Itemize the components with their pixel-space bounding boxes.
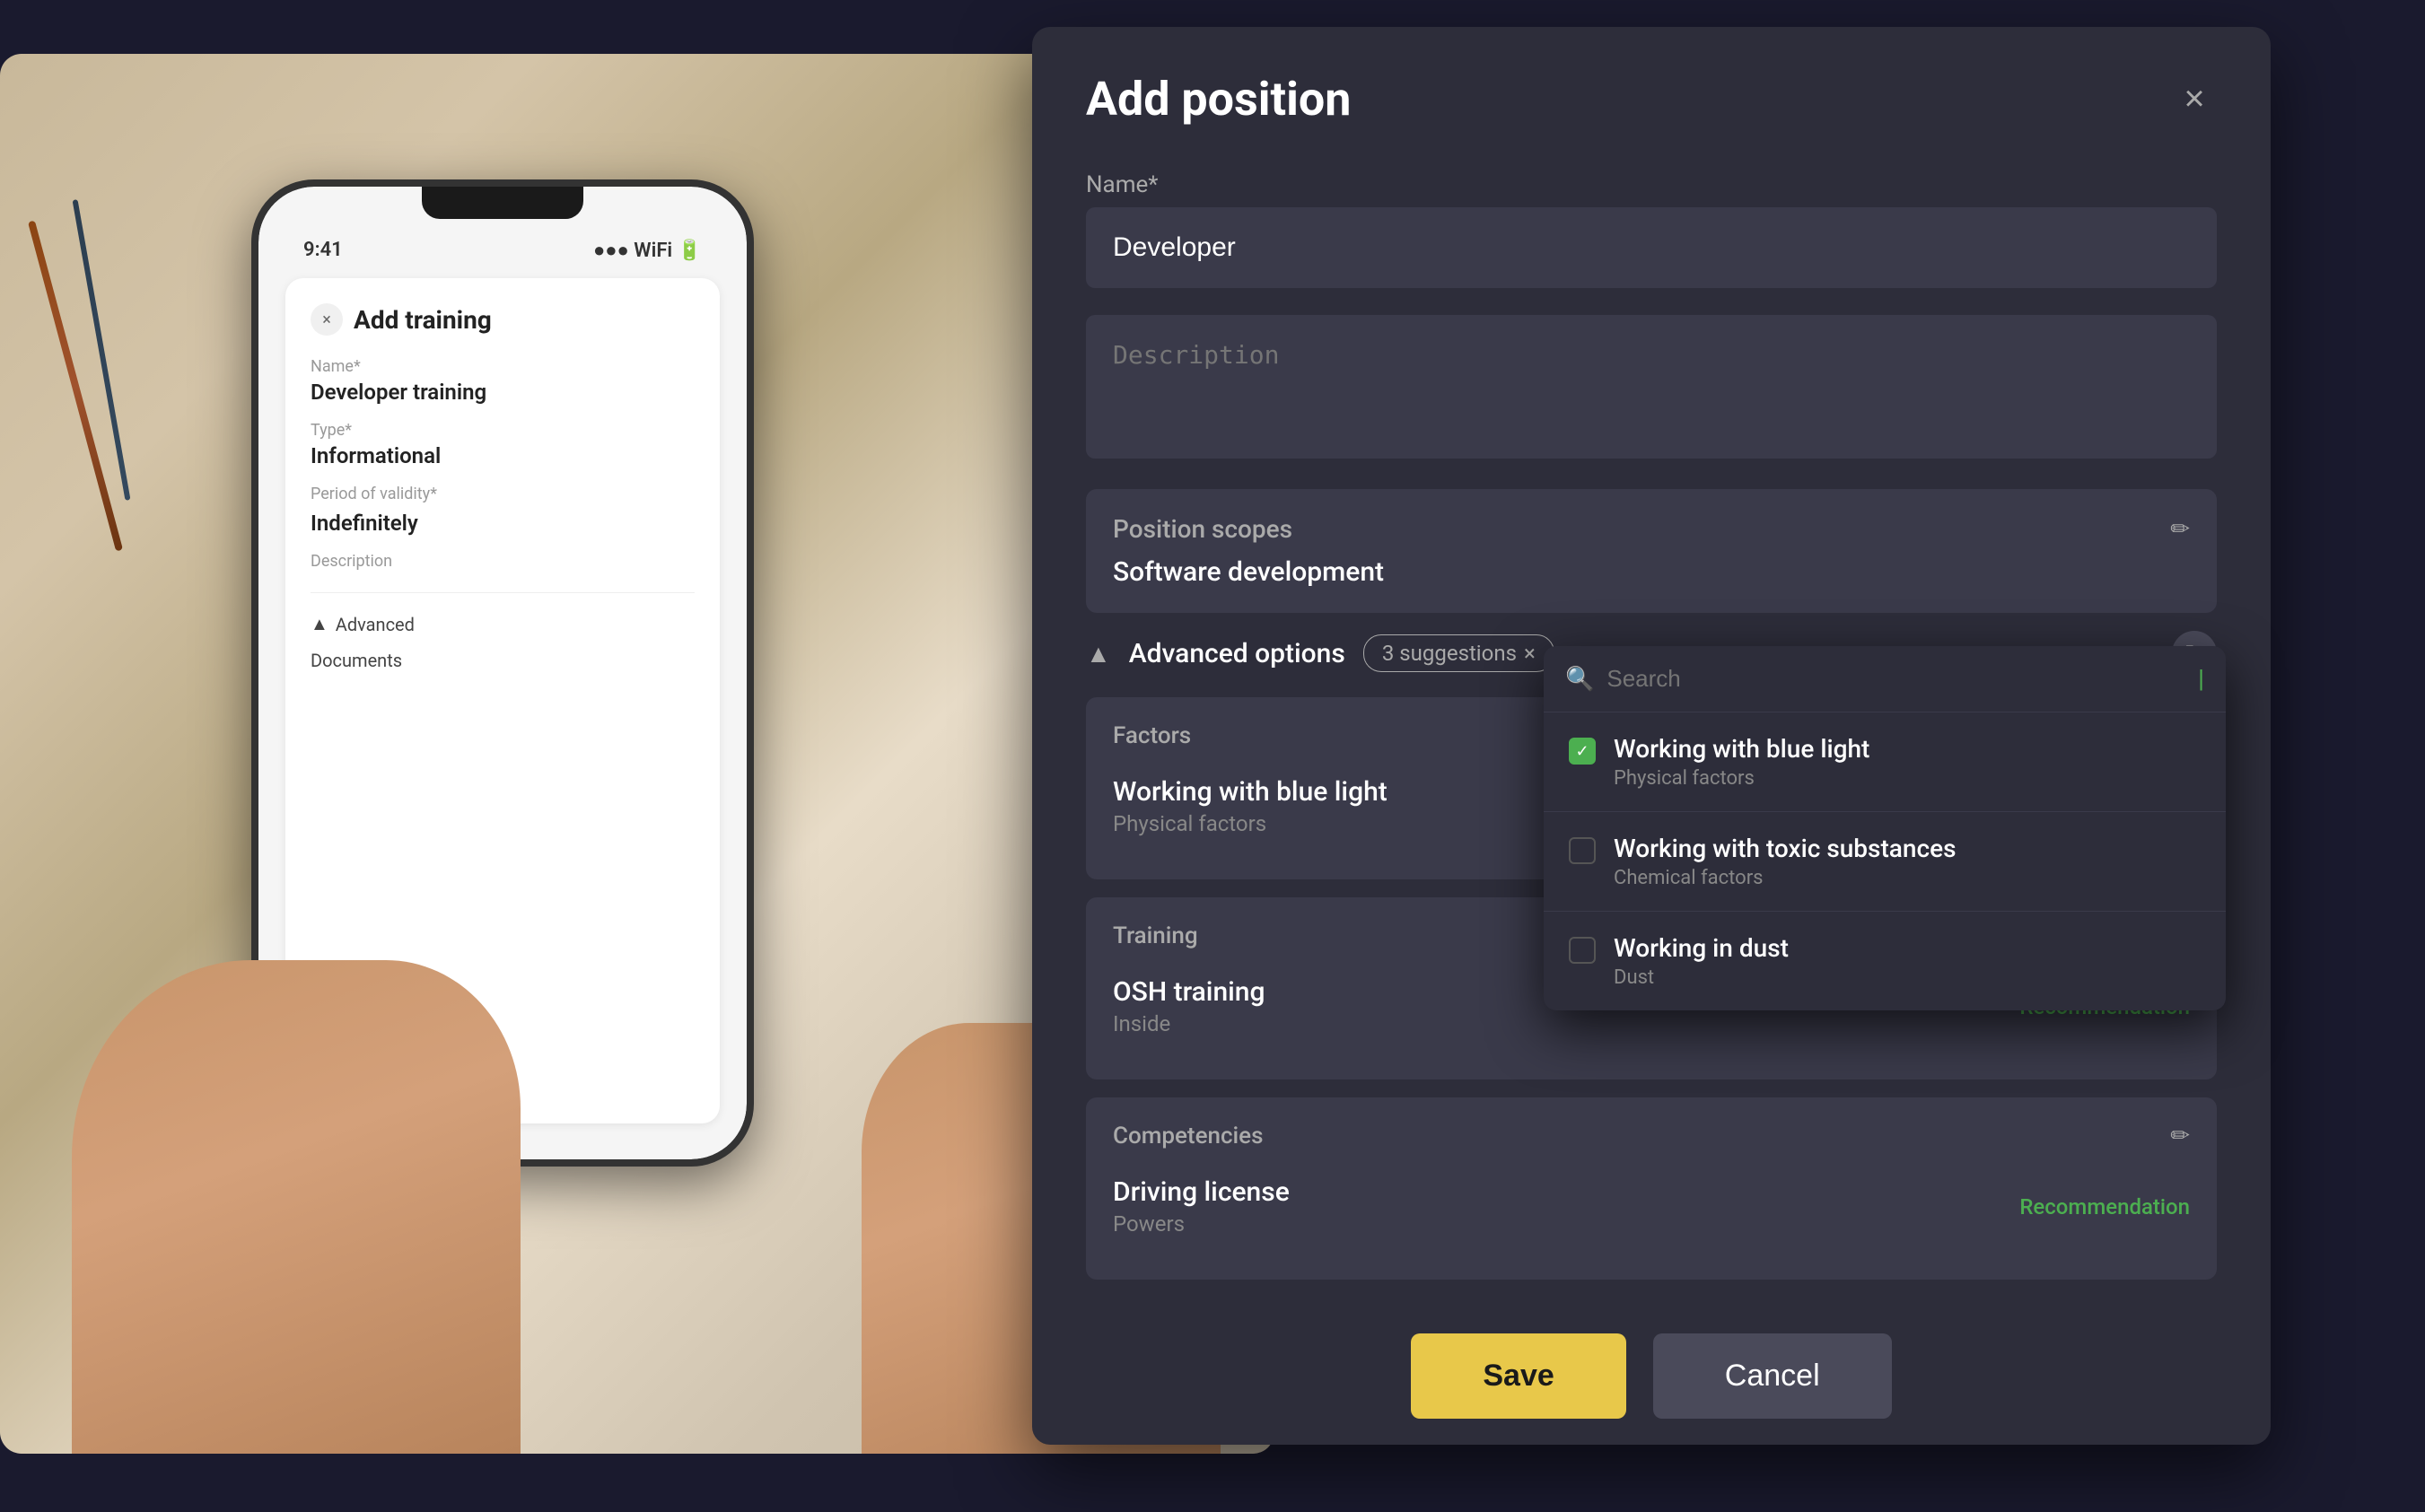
position-scopes-header: Position scopes ✏ bbox=[1113, 514, 2190, 544]
dialog-footer: Save Cancel bbox=[1086, 1298, 2217, 1419]
dropdown-item-3-info: Working in dust Dust bbox=[1614, 933, 1789, 989]
phone-period-label: Period of validity* bbox=[311, 485, 437, 503]
checkbox-3[interactable] bbox=[1569, 937, 1596, 964]
name-label: Name* bbox=[1086, 171, 2217, 198]
dropdown-search-area: 🔍 | bbox=[1544, 646, 2226, 712]
dropdown-item-1-type: Physical factors bbox=[1614, 767, 1869, 790]
phone-name-label: Name* bbox=[311, 357, 695, 376]
dropdown-item-3[interactable]: Working in dust Dust bbox=[1544, 912, 2226, 1010]
suggestions-close-icon[interactable]: × bbox=[1524, 641, 1536, 666]
dropdown-item-1-info: Working with blue light Physical factors bbox=[1614, 734, 1869, 790]
competency-info-1: Driving license Powers bbox=[1113, 1176, 1290, 1237]
cancel-button[interactable]: Cancel bbox=[1653, 1333, 1892, 1419]
name-section: Name* bbox=[1086, 171, 2217, 288]
advanced-options-label: Advanced options bbox=[1129, 638, 1345, 669]
chevron-up-icon[interactable]: ▲ bbox=[1086, 639, 1111, 669]
phone-close-btn[interactable]: × bbox=[311, 303, 343, 336]
check-icon-1: ✓ bbox=[1575, 742, 1589, 761]
description-textarea[interactable] bbox=[1086, 315, 2217, 459]
phone-notch bbox=[422, 187, 583, 219]
position-scopes-value: Software development bbox=[1113, 556, 2190, 588]
dialog-close-button[interactable]: × bbox=[2172, 77, 2217, 122]
competency-1-badge: Recommendation bbox=[2019, 1194, 2190, 1219]
position-scopes-section: Position scopes ✏ Software development bbox=[1086, 489, 2217, 613]
factors-dropdown: 🔍 | ✓ Working with blue light Physical f… bbox=[1544, 646, 2226, 1010]
training-info-1: OSH training Inside bbox=[1113, 976, 1265, 1036]
phone-documents-section: Documents bbox=[311, 642, 695, 678]
competency-row-1: Driving license Powers Recommendation bbox=[1113, 1158, 2190, 1254]
position-scopes-edit-icon[interactable]: ✏ bbox=[2170, 516, 2190, 543]
phone-card-title: Add training bbox=[354, 305, 492, 335]
training-1-type: Inside bbox=[1113, 1011, 1265, 1036]
training-label: Training bbox=[1113, 922, 1198, 949]
competency-1-type: Powers bbox=[1113, 1211, 1290, 1237]
competency-1-name: Driving license bbox=[1113, 1176, 1290, 1208]
checkbox-2[interactable] bbox=[1569, 837, 1596, 864]
checkbox-1[interactable]: ✓ bbox=[1569, 738, 1596, 765]
dialog-header: Add position × bbox=[1086, 72, 2217, 127]
search-icon: 🔍 bbox=[1565, 666, 1594, 693]
competencies-edit-icon[interactable]: ✏ bbox=[2170, 1123, 2190, 1149]
competencies-label: Competencies bbox=[1113, 1123, 1263, 1149]
dropdown-item-2[interactable]: Working with toxic substances Chemical f… bbox=[1544, 812, 2226, 912]
phone-advanced-section: ▲ Advanced bbox=[311, 606, 695, 642]
phone-type-value: Informational bbox=[311, 443, 695, 468]
position-scopes-label: Position scopes bbox=[1113, 514, 1292, 544]
search-cursor: | bbox=[2198, 664, 2204, 694]
dropdown-item-1[interactable]: ✓ Working with blue light Physical facto… bbox=[1544, 712, 2226, 812]
competencies-section: Competencies ✏ Driving license Powers Re… bbox=[1086, 1097, 2217, 1280]
dropdown-item-2-info: Working with toxic substances Chemical f… bbox=[1614, 834, 1956, 889]
phone-status-bar: 9:41 ●●● WiFi 🔋 bbox=[276, 232, 729, 269]
factors-label: Factors bbox=[1113, 722, 1191, 749]
description-section bbox=[1086, 315, 2217, 462]
desk-pen-2 bbox=[73, 199, 131, 501]
phone-type-label: Type* bbox=[311, 421, 695, 440]
factor-1-name: Working with blue light bbox=[1113, 776, 1388, 808]
suggestions-badge: 3 suggestions × bbox=[1363, 634, 1554, 672]
dropdown-item-2-type: Chemical factors bbox=[1614, 867, 1956, 889]
competencies-header: Competencies ✏ bbox=[1113, 1123, 2190, 1149]
phone-time: 9:41 bbox=[303, 239, 343, 262]
save-button[interactable]: Save bbox=[1411, 1333, 1625, 1419]
phone-card-header: × Add training bbox=[311, 303, 695, 336]
hand-left bbox=[72, 960, 521, 1454]
dropdown-item-3-type: Dust bbox=[1614, 966, 1789, 989]
dialog-title: Add position bbox=[1086, 72, 1351, 127]
dropdown-search-input[interactable] bbox=[1606, 665, 2185, 693]
factor-1-type: Physical factors bbox=[1113, 811, 1388, 836]
phone-name-value: Developer training bbox=[311, 380, 695, 405]
dropdown-item-1-name: Working with blue light bbox=[1614, 734, 1869, 764]
phone-signal: ●●● WiFi 🔋 bbox=[593, 239, 702, 262]
factor-info-1: Working with blue light Physical factors bbox=[1113, 776, 1388, 836]
phone-desc-label: Description bbox=[311, 552, 695, 571]
suggestions-count: 3 suggestions bbox=[1382, 641, 1517, 666]
phone-period-value: Indefinitely bbox=[311, 511, 695, 536]
training-1-name: OSH training bbox=[1113, 976, 1265, 1008]
dropdown-item-3-name: Working in dust bbox=[1614, 933, 1789, 963]
dropdown-item-2-name: Working with toxic substances bbox=[1614, 834, 1956, 863]
name-input[interactable] bbox=[1086, 207, 2217, 288]
